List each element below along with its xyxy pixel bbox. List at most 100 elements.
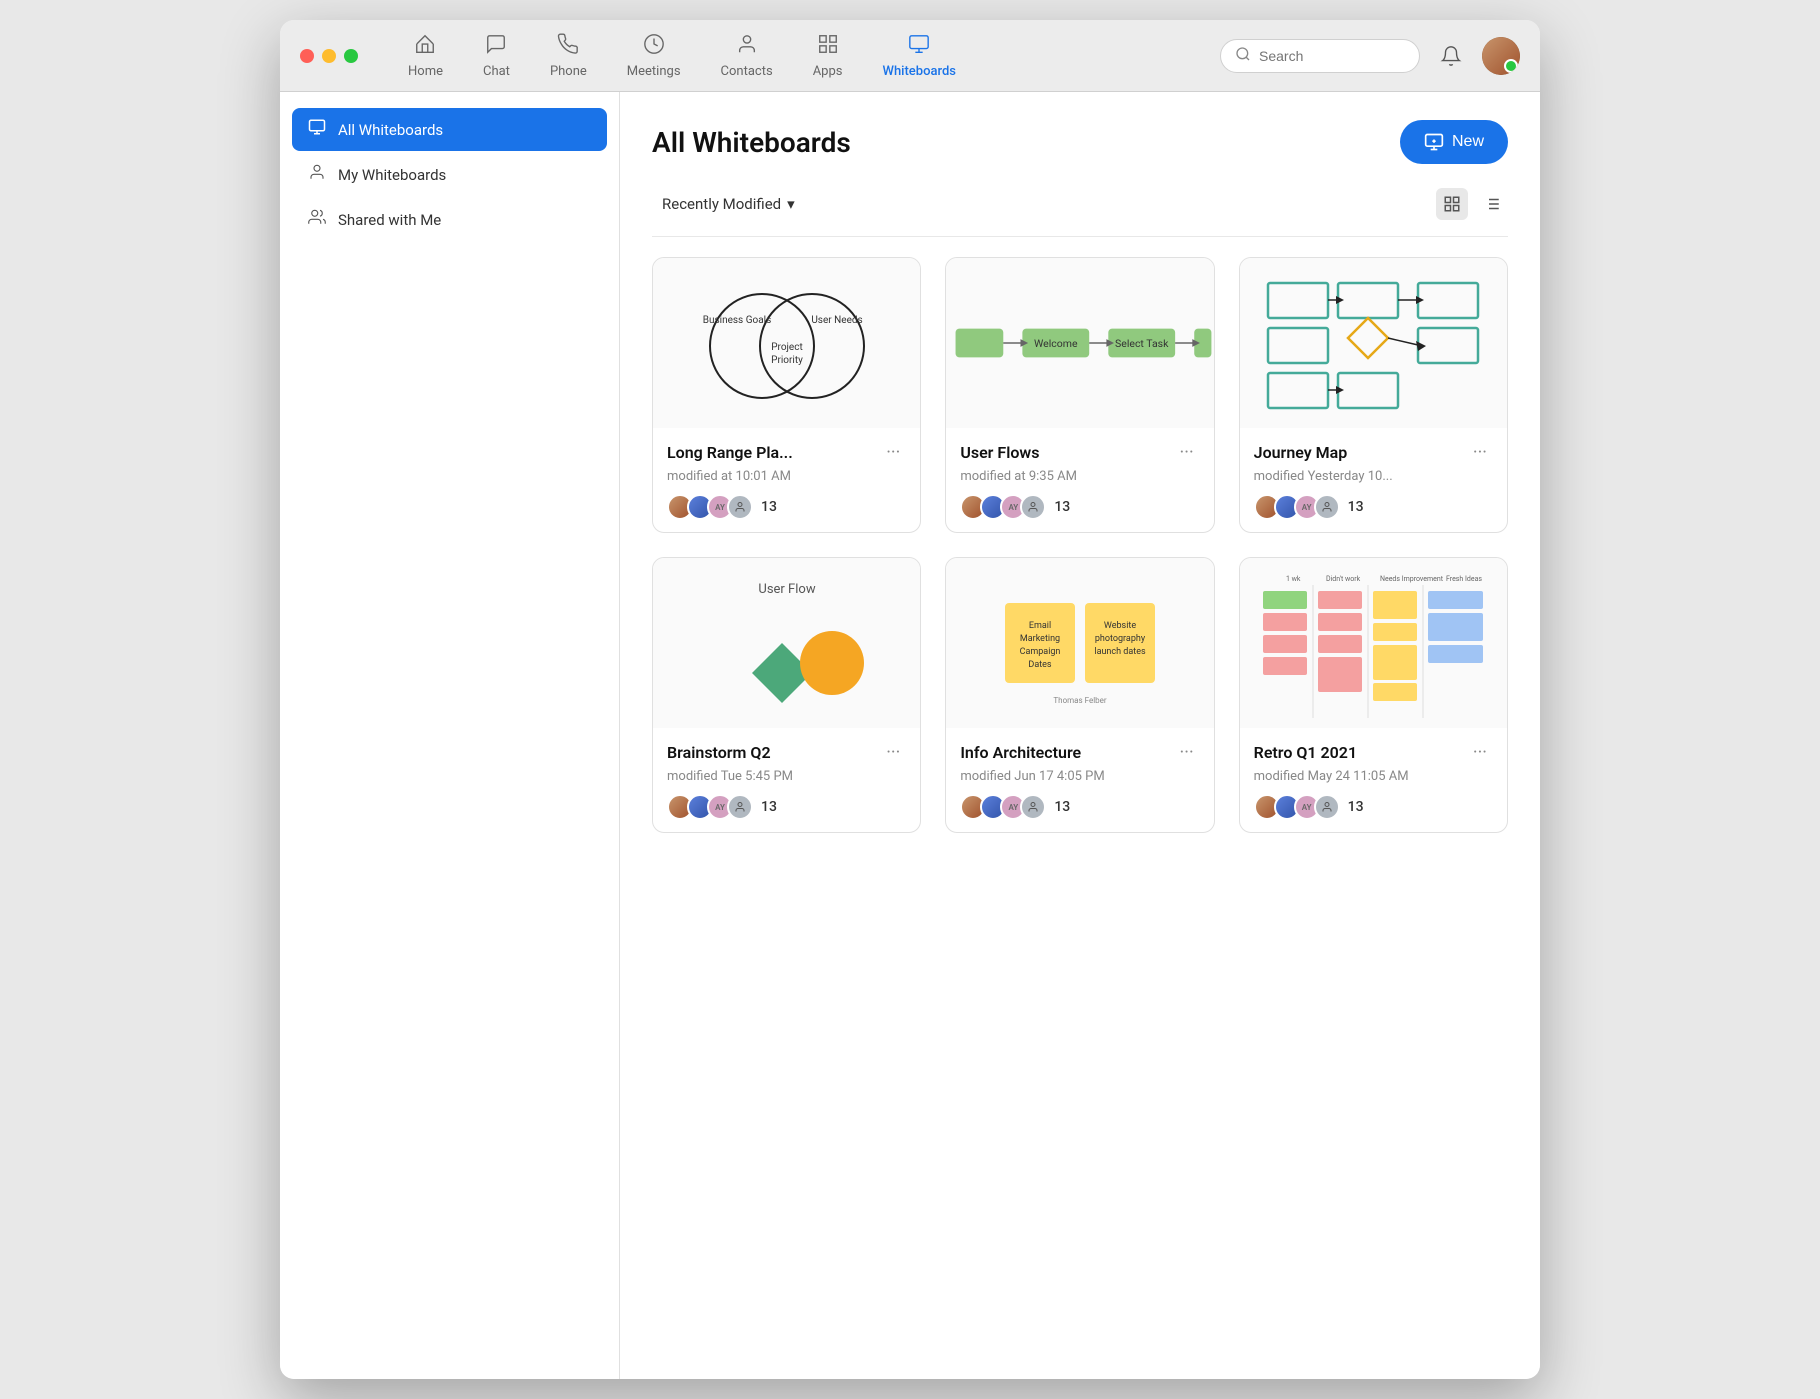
- wb-more-1[interactable]: ···: [880, 440, 906, 465]
- wb-more-4[interactable]: ···: [880, 740, 906, 765]
- svg-text:photography: photography: [1095, 634, 1146, 644]
- tab-whiteboards[interactable]: Whiteboards: [863, 25, 976, 87]
- avatar-2d: [1020, 494, 1046, 520]
- whiteboard-card-5[interactable]: Email Marketing Campaign Dates Website p…: [945, 557, 1214, 833]
- whiteboard-card-1[interactable]: Business Goals User Needs Project Priori…: [652, 257, 921, 533]
- maximize-button[interactable]: [344, 49, 358, 63]
- wb-info-1: Long Range Pla... ··· modified at 10:01 …: [653, 428, 920, 532]
- wb-modified-2: modified at 9:35 AM: [960, 469, 1199, 484]
- svg-text:1 wk: 1 wk: [1286, 575, 1301, 583]
- sort-label: Recently Modified: [662, 195, 781, 213]
- new-button[interactable]: New: [1400, 120, 1508, 164]
- wb-info-4: Brainstorm Q2 ··· modified Tue 5:45 PM A…: [653, 728, 920, 832]
- wb-title-5: Info Architecture: [960, 743, 1081, 762]
- wb-info-5: Info Architecture ··· modified Jun 17 4:…: [946, 728, 1213, 832]
- apps-icon: [817, 33, 839, 60]
- wb-info-6: Retro Q1 2021 ··· modified May 24 11:05 …: [1240, 728, 1507, 832]
- tab-whiteboards-label: Whiteboards: [883, 64, 956, 79]
- tab-meetings-label: Meetings: [627, 64, 681, 79]
- user-avatar[interactable]: [1482, 37, 1520, 75]
- thumbnail-5: Email Marketing Campaign Dates Website p…: [946, 558, 1213, 728]
- wb-title-4: Brainstorm Q2: [667, 743, 771, 762]
- wb-more-2[interactable]: ···: [1174, 440, 1200, 465]
- my-whiteboards-icon: [308, 163, 326, 186]
- minimize-button[interactable]: [322, 49, 336, 63]
- wb-avatars-4: AY 13: [667, 794, 906, 820]
- wb-modified-3: modified Yesterday 10...: [1254, 469, 1493, 484]
- avatar-3d: [1314, 494, 1340, 520]
- svg-text:Marketing: Marketing: [1020, 634, 1060, 644]
- sidebar-item-all-whiteboards[interactable]: All Whiteboards: [292, 108, 607, 151]
- list-view-button[interactable]: [1476, 188, 1508, 220]
- thumbnail-1: Business Goals User Needs Project Priori…: [653, 258, 920, 428]
- sidebar-label-my: My Whiteboards: [338, 166, 446, 184]
- avatar-image: [1482, 37, 1520, 75]
- tab-chat[interactable]: Chat: [463, 25, 530, 87]
- search-icon: [1235, 46, 1251, 66]
- thumbnail-4: User Flow: [653, 558, 920, 728]
- svg-text:Dates: Dates: [1028, 660, 1052, 670]
- chevron-down-icon: ▾: [787, 195, 795, 213]
- wb-more-3[interactable]: ···: [1467, 440, 1493, 465]
- sidebar: All Whiteboards My Whiteboards Shared wi…: [280, 92, 620, 1379]
- svg-text:Fresh Ideas: Fresh Ideas: [1446, 575, 1482, 583]
- svg-text:Project: Project: [771, 342, 803, 353]
- tab-home-label: Home: [408, 64, 443, 79]
- wb-modified-1: modified at 10:01 AM: [667, 469, 906, 484]
- svg-text:User Flow: User Flow: [758, 582, 815, 597]
- shared-with-me-icon: [308, 208, 326, 231]
- tab-phone[interactable]: Phone: [530, 25, 607, 87]
- content-area: All Whiteboards New Recently Modified ▾: [620, 92, 1540, 1379]
- app-window: Home Chat Phone Meetings: [280, 20, 1540, 1379]
- avatar-6d: [1314, 794, 1340, 820]
- sidebar-label-shared: Shared with Me: [338, 211, 441, 229]
- svg-text:Priority: Priority: [771, 355, 803, 366]
- svg-text:Website: Website: [1104, 621, 1136, 631]
- tab-contacts[interactable]: Contacts: [701, 25, 793, 87]
- content-header: All Whiteboards New: [652, 120, 1508, 164]
- wb-info-3: Journey Map ··· modified Yesterday 10...…: [1240, 428, 1507, 532]
- wb-modified-4: modified Tue 5:45 PM: [667, 769, 906, 784]
- tab-contacts-label: Contacts: [721, 64, 773, 79]
- tab-meetings[interactable]: Meetings: [607, 25, 701, 87]
- wb-count-1: 13: [761, 499, 777, 515]
- sidebar-label-all: All Whiteboards: [338, 121, 443, 139]
- traffic-lights: [300, 49, 358, 63]
- wb-modified-6: modified May 24 11:05 AM: [1254, 769, 1493, 784]
- search-input[interactable]: [1259, 48, 1405, 64]
- wb-avatars-5: AY 13: [960, 794, 1199, 820]
- whiteboard-card-2[interactable]: Welcome Select Task User Flows ··· modif…: [945, 257, 1214, 533]
- tab-home[interactable]: Home: [388, 25, 463, 87]
- home-icon: [414, 33, 436, 60]
- tab-chat-label: Chat: [483, 64, 510, 79]
- wb-count-2: 13: [1054, 499, 1070, 515]
- wb-count-3: 13: [1348, 499, 1364, 515]
- notifications-button[interactable]: [1432, 37, 1470, 75]
- wb-more-5[interactable]: ···: [1174, 740, 1200, 765]
- svg-text:Didn't work: Didn't work: [1326, 575, 1361, 583]
- svg-text:Thomas Felber: Thomas Felber: [1053, 696, 1106, 705]
- whiteboards-icon: [908, 33, 930, 60]
- svg-text:launch dates: launch dates: [1094, 647, 1146, 657]
- sidebar-item-shared-with-me[interactable]: Shared with Me: [292, 198, 607, 241]
- sort-dropdown[interactable]: Recently Modified ▾: [652, 189, 805, 219]
- wb-avatars-2: AY 13: [960, 494, 1199, 520]
- nav-right: [1220, 37, 1520, 75]
- sidebar-item-my-whiteboards[interactable]: My Whiteboards: [292, 153, 607, 196]
- svg-text:Campaign: Campaign: [1020, 647, 1061, 657]
- wb-title-2: User Flows: [960, 443, 1039, 462]
- whiteboard-card-4[interactable]: User Flow Brainstorm Q2 ··· modified Tu: [652, 557, 921, 833]
- whiteboard-card-3[interactable]: Journey Map ··· modified Yesterday 10...…: [1239, 257, 1508, 533]
- close-button[interactable]: [300, 49, 314, 63]
- tab-apps-label: Apps: [813, 64, 843, 79]
- wb-info-2: User Flows ··· modified at 9:35 AM AY 13: [946, 428, 1213, 532]
- whiteboard-card-6[interactable]: 1 wk Didn't work Needs Improvement Fresh…: [1239, 557, 1508, 833]
- wb-more-6[interactable]: ···: [1467, 740, 1493, 765]
- search-bar[interactable]: [1220, 39, 1420, 73]
- wb-title-1: Long Range Pla...: [667, 443, 793, 462]
- grid-view-button[interactable]: [1436, 188, 1468, 220]
- svg-text:Welcome: Welcome: [1034, 337, 1078, 350]
- new-button-label: New: [1452, 133, 1484, 151]
- wb-modified-5: modified Jun 17 4:05 PM: [960, 769, 1199, 784]
- tab-apps[interactable]: Apps: [793, 25, 863, 87]
